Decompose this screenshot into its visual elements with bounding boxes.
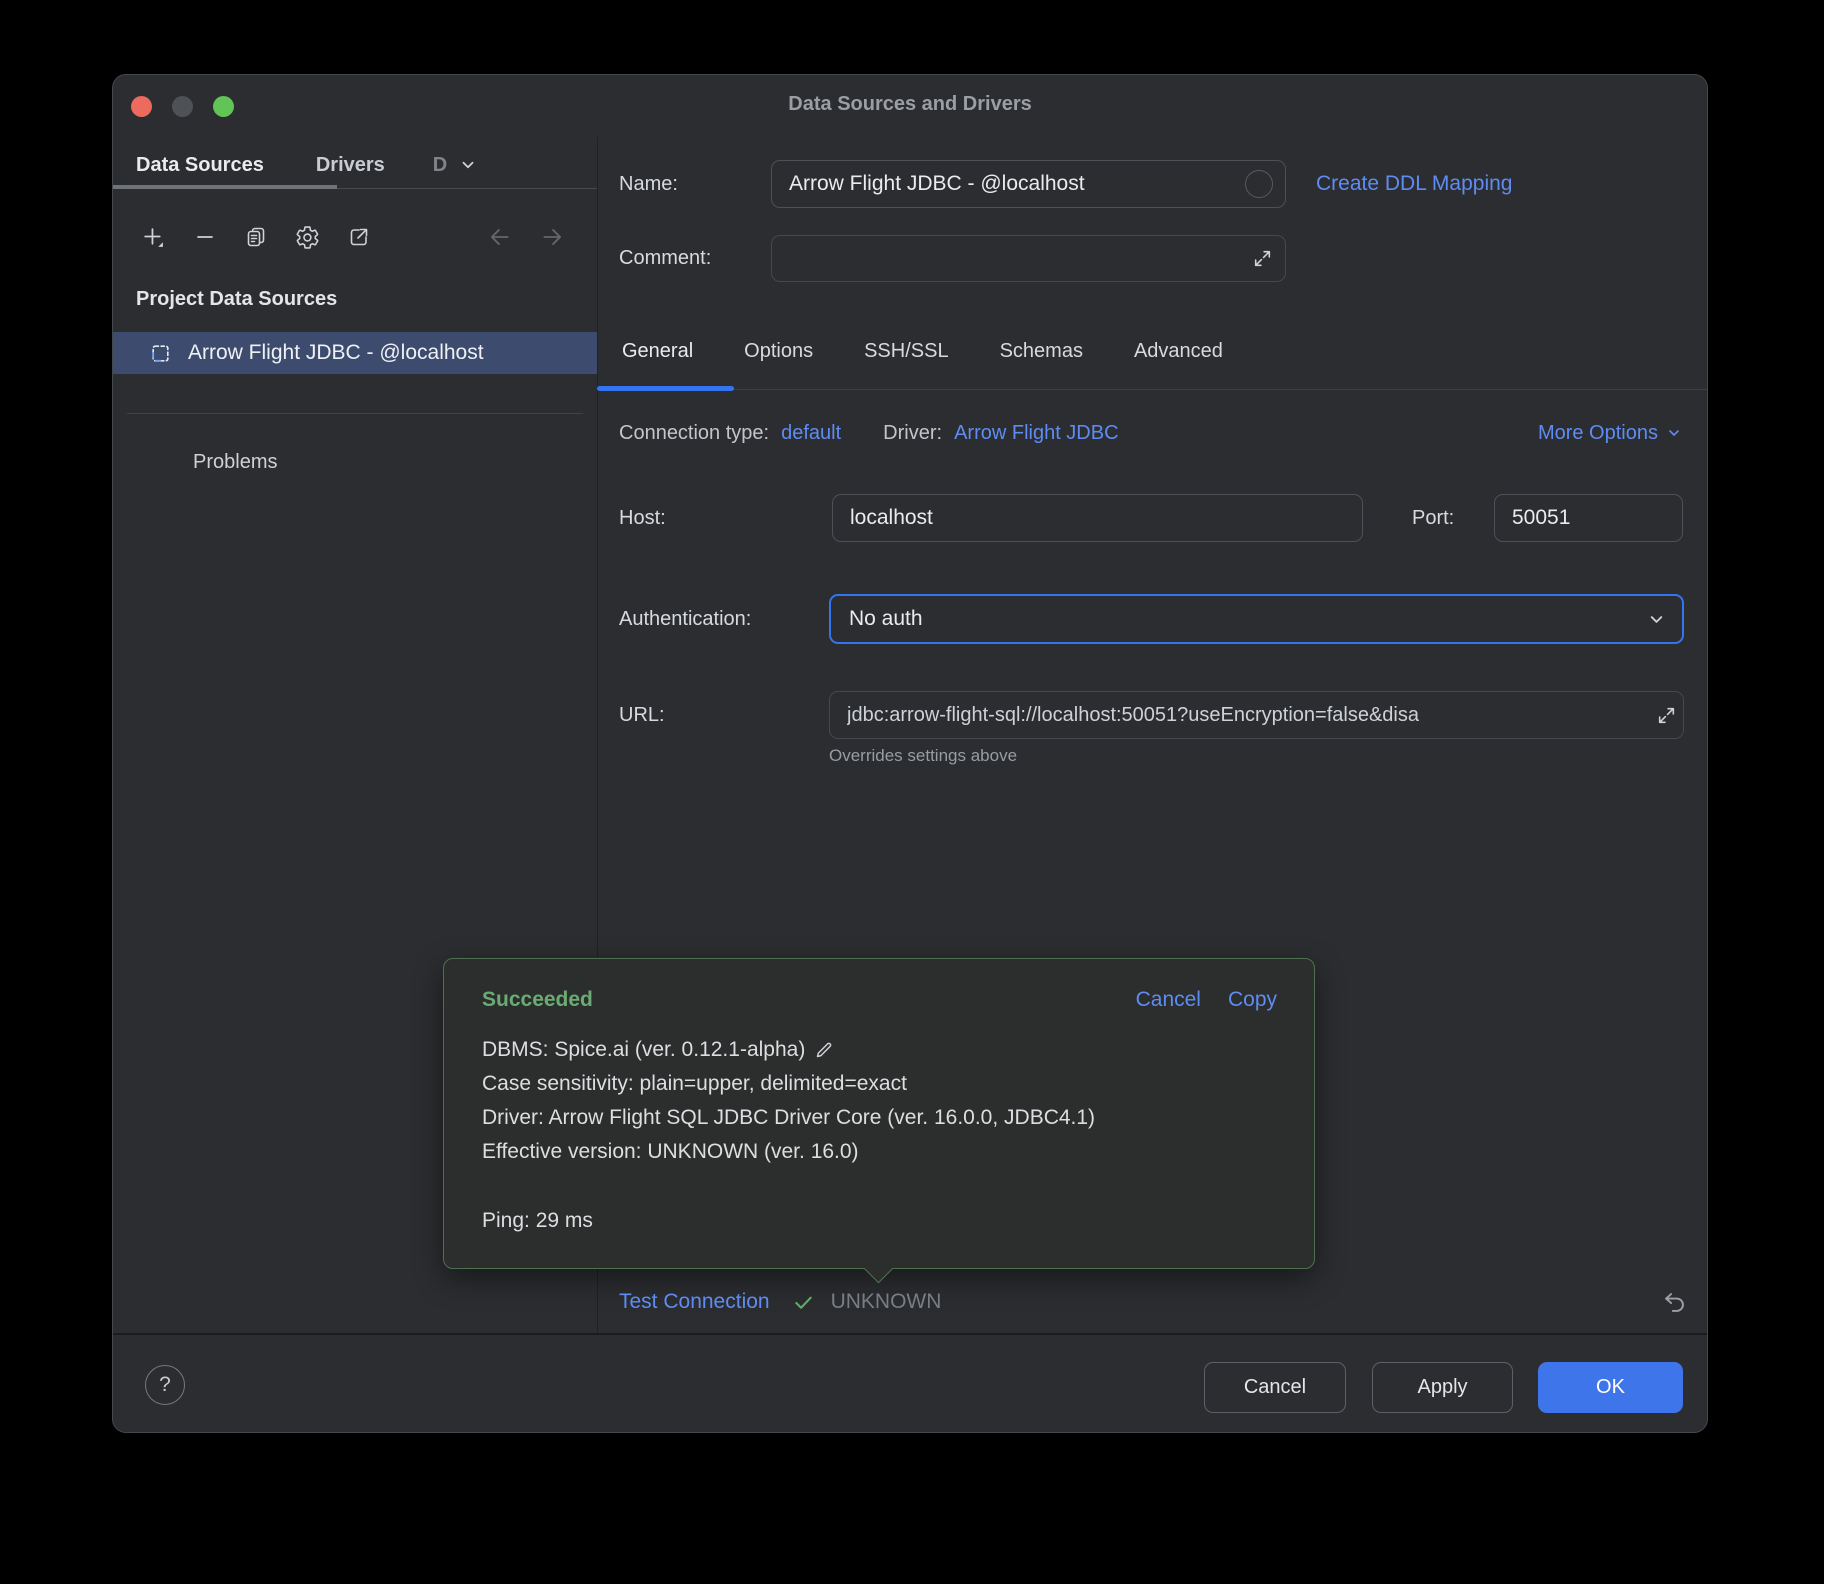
sidebar-item-label: Arrow Flight JDBC - @localhost xyxy=(188,341,484,365)
popup-driver-line: Driver: Arrow Flight SQL JDBC Driver Cor… xyxy=(482,1101,1284,1135)
data-sources-dialog: Data Sources and Drivers Data Sources Dr… xyxy=(112,74,1708,1433)
popup-cancel-link[interactable]: Cancel xyxy=(1136,988,1201,1012)
test-status-text: UNKNOWN xyxy=(831,1290,942,1314)
popup-copy-link[interactable]: Copy xyxy=(1228,988,1277,1012)
sidebar-section-header: Project Data Sources xyxy=(136,288,337,311)
url-hint: Overrides settings above xyxy=(829,746,1017,766)
test-connection-popup: Succeeded Cancel Copy DBMS: Spice.ai (ve… xyxy=(443,958,1315,1269)
driver-value-link[interactable]: Arrow Flight JDBC xyxy=(954,422,1118,445)
tab-ssh-ssl[interactable]: SSH/SSL xyxy=(864,340,948,363)
sidebar-tab-drivers[interactable]: Drivers xyxy=(316,154,385,177)
footer-divider xyxy=(113,1333,1708,1335)
popup-dbms-line: DBMS: Spice.ai (ver. 0.12.1-alpha) xyxy=(482,1033,805,1067)
url-value: jdbc:arrow-flight-sql://localhost:50051?… xyxy=(847,704,1419,727)
tabs-overflow-chevron-icon[interactable] xyxy=(459,156,477,174)
tab-advanced[interactable]: Advanced xyxy=(1134,340,1223,363)
driver-label: Driver: xyxy=(883,422,942,445)
port-label: Port: xyxy=(1412,507,1454,530)
url-expand-icon[interactable] xyxy=(1656,705,1677,726)
sidebar-divider xyxy=(127,413,583,414)
sidebar-tab-truncated[interactable]: D xyxy=(433,154,447,177)
authentication-label: Authentication: xyxy=(619,608,751,631)
sidebar-item-problems[interactable]: Problems xyxy=(193,451,277,474)
more-options-chevron-icon[interactable] xyxy=(1666,425,1682,441)
name-field[interactable]: Arrow Flight JDBC - @localhost xyxy=(771,160,1286,208)
name-label: Name: xyxy=(619,173,678,196)
tab-options[interactable]: Options xyxy=(744,340,813,363)
sidebar-item-arrow-flight-jdbc[interactable]: Arrow Flight JDBC - @localhost xyxy=(113,332,597,374)
add-data-source-button[interactable] xyxy=(141,225,166,250)
ok-button[interactable]: OK xyxy=(1538,1362,1683,1413)
url-field[interactable]: jdbc:arrow-flight-sql://localhost:50051?… xyxy=(829,691,1684,739)
create-ddl-mapping-link[interactable]: Create DDL Mapping xyxy=(1316,172,1513,196)
authentication-select[interactable]: No auth xyxy=(829,594,1684,644)
more-options-label[interactable]: More Options xyxy=(1538,422,1658,445)
comment-field[interactable] xyxy=(771,235,1286,282)
authentication-value: No auth xyxy=(849,607,923,631)
connection-type-label: Connection type: xyxy=(619,422,769,445)
open-in-new-window-icon[interactable] xyxy=(347,225,371,249)
screen-background: Data Sources and Drivers Data Sources Dr… xyxy=(0,0,1824,1584)
port-value: 50051 xyxy=(1512,506,1570,530)
sidebar-tab-data-sources[interactable]: Data Sources xyxy=(136,154,264,177)
active-tab-underline xyxy=(113,185,337,189)
select-chevron-icon[interactable] xyxy=(1647,610,1666,629)
help-button[interactable]: ? xyxy=(145,1365,185,1405)
data-source-icon xyxy=(149,342,172,365)
more-options-control[interactable]: More Options xyxy=(1538,409,1682,457)
duplicate-button[interactable] xyxy=(244,225,268,249)
cancel-button[interactable]: Cancel xyxy=(1204,1362,1346,1413)
comment-label: Comment: xyxy=(619,247,711,270)
edit-pencil-icon[interactable] xyxy=(814,1040,834,1060)
success-check-icon xyxy=(792,1291,815,1314)
host-value: localhost xyxy=(850,506,933,530)
active-tab-indicator xyxy=(597,386,734,391)
port-field[interactable]: 50051 xyxy=(1494,494,1683,542)
popup-status: Succeeded xyxy=(482,988,593,1012)
host-field[interactable]: localhost xyxy=(832,494,1363,542)
forward-arrow-icon[interactable] xyxy=(539,224,565,250)
help-label: ? xyxy=(159,1373,171,1397)
tabstrip-divider xyxy=(597,389,1708,390)
popup-effective-line: Effective version: UNKNOWN (ver. 16.0) xyxy=(482,1135,1284,1169)
window-title: Data Sources and Drivers xyxy=(113,93,1707,116)
url-label: URL: xyxy=(619,704,665,727)
refresh-indicator-icon xyxy=(1245,170,1273,198)
test-connection-link[interactable]: Test Connection xyxy=(619,1290,770,1314)
popup-case-line: Case sensitivity: plain=upper, delimited… xyxy=(482,1067,1284,1101)
popup-ping-line: Ping: 29 ms xyxy=(482,1204,1284,1238)
connection-type-value[interactable]: default xyxy=(781,422,841,445)
revert-undo-icon[interactable] xyxy=(1661,1289,1688,1316)
expand-editor-icon[interactable] xyxy=(1252,248,1273,269)
apply-button[interactable]: Apply xyxy=(1372,1362,1513,1413)
settings-gear-icon[interactable] xyxy=(295,225,320,250)
name-value: Arrow Flight JDBC - @localhost xyxy=(789,172,1085,196)
back-arrow-icon[interactable] xyxy=(487,224,513,250)
host-label: Host: xyxy=(619,507,666,530)
remove-data-source-button[interactable] xyxy=(193,225,217,249)
tab-schemas[interactable]: Schemas xyxy=(1000,340,1083,363)
tab-general[interactable]: General xyxy=(622,340,693,363)
